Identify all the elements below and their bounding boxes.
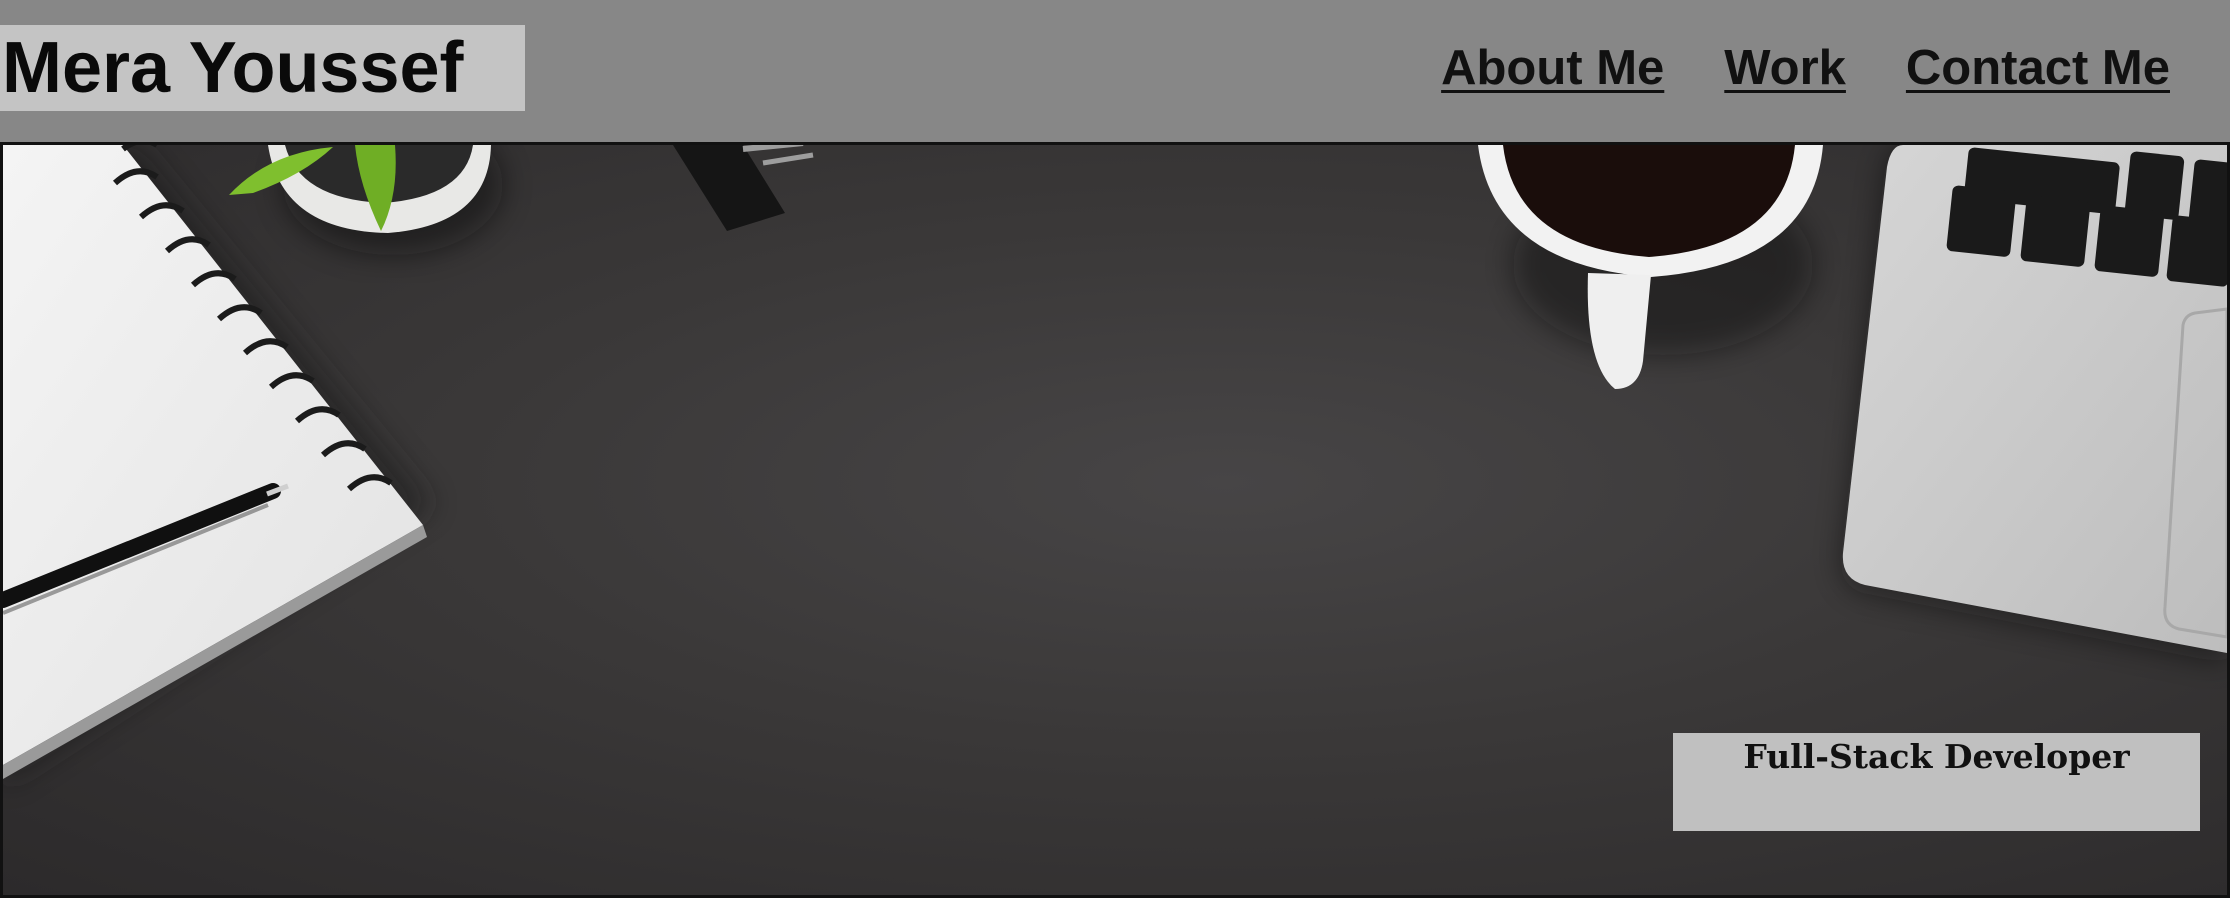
nav-link-work[interactable]: Work (1724, 38, 1846, 98)
nav-link-contact-me[interactable]: Contact Me (1906, 38, 2170, 98)
binder-clip-icon (673, 145, 814, 231)
main-nav: About Me Work Contact Me (1441, 38, 2170, 98)
coffee-cup-icon (1478, 145, 1823, 389)
hero-section: Full-Stack Developer (0, 142, 2230, 898)
page: Mera Youssef About Me Work Contact Me Fu… (0, 0, 2235, 900)
tagline-text: Full-Stack Developer (1743, 737, 2130, 776)
tagline-box: Full-Stack Developer (1673, 733, 2200, 831)
laptop-icon (1840, 145, 2227, 663)
plant-icon (229, 145, 503, 255)
brand-name[interactable]: Mera Youssef (0, 25, 525, 111)
nav-link-about-me[interactable]: About Me (1441, 38, 1664, 98)
site-header: Mera Youssef About Me Work Contact Me (0, 0, 2230, 142)
page-right-gutter (2230, 0, 2235, 900)
